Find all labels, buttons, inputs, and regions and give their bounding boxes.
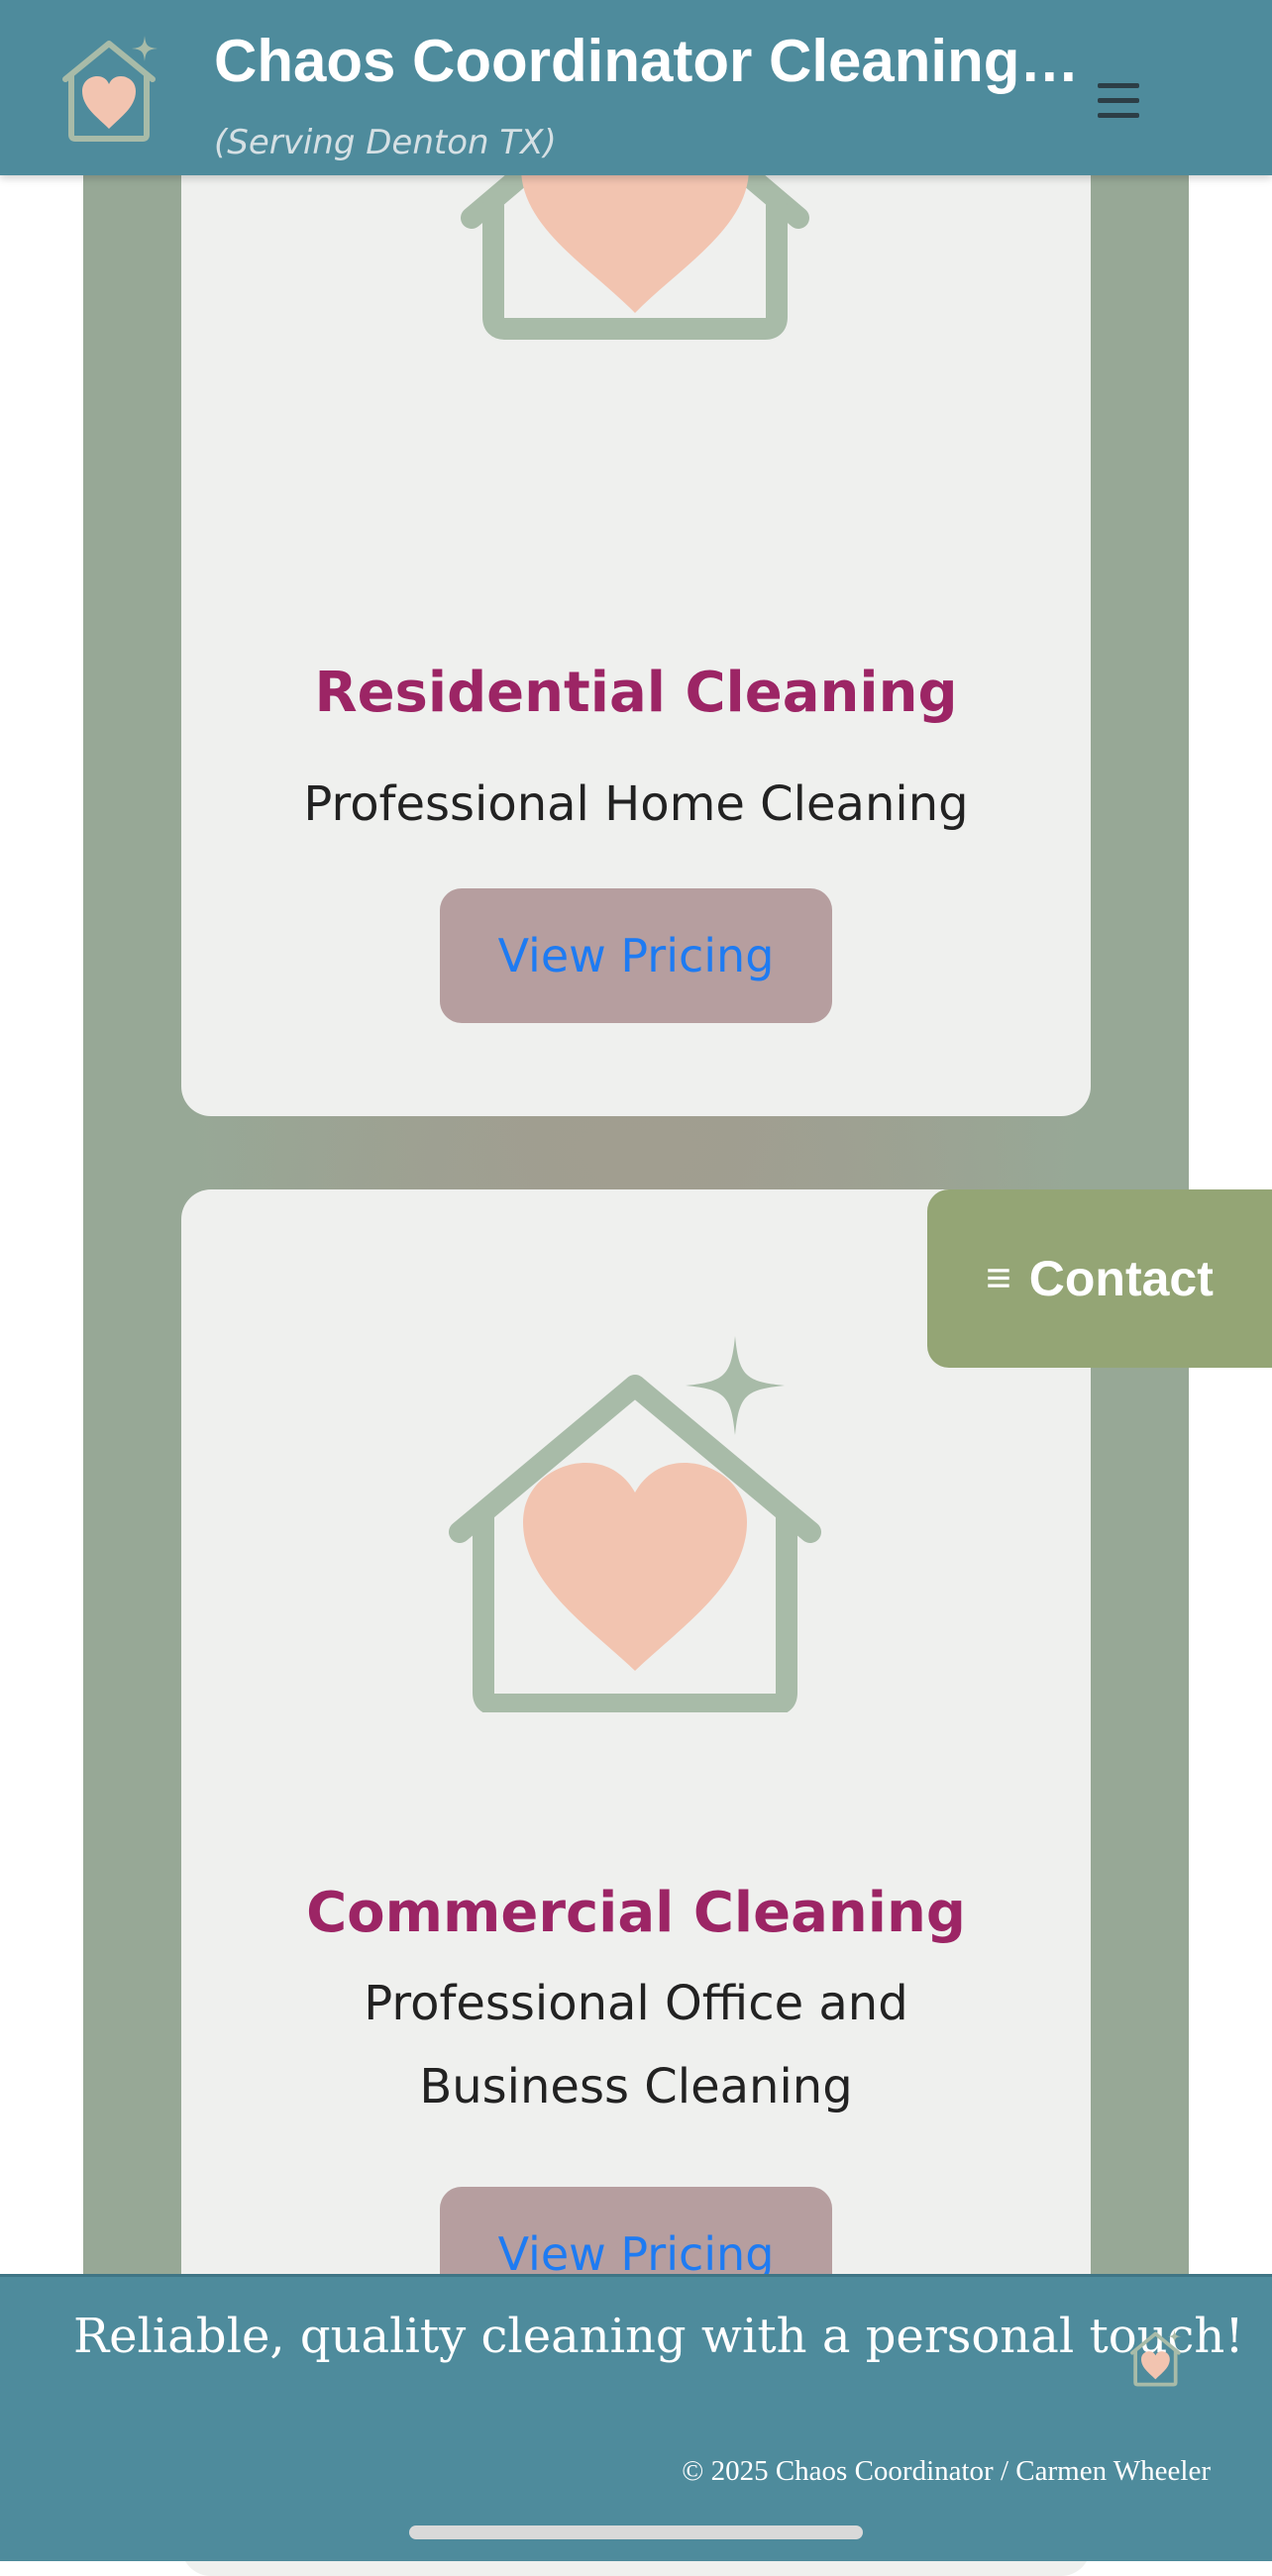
hamburger-menu-icon[interactable]: [1098, 83, 1139, 121]
service-area-subtitle: (Serving Denton TX): [214, 123, 557, 162]
house-heart-sparkle-icon[interactable]: [57, 30, 166, 149]
house-heart-sparkle-icon: [449, 1336, 821, 1712]
footer-tagline: Reliable, quality cleaning with a person…: [73, 2309, 1244, 2364]
service-title: Residential Cleaning: [314, 661, 958, 725]
page-margin-left: [0, 0, 83, 2558]
service-title: Commercial Cleaning: [306, 1881, 966, 1945]
contact-label: Contact: [1028, 1251, 1214, 1306]
menu-lines-icon: ≡: [986, 1254, 1011, 1302]
site-title[interactable]: Chaos Coordinator Cleaning …: [214, 26, 1096, 97]
service-description: Professional Office and Business Cleanin…: [261, 1962, 1011, 2128]
house-heart-sparkle-icon: [461, 119, 809, 340]
site-footer: Reliable, quality cleaning with a person…: [0, 2274, 1272, 2561]
home-indicator-bar: [409, 2525, 863, 2539]
copyright-text: © 2025 Chaos Coordinator / Carmen Wheele…: [682, 2455, 1211, 2487]
service-description-line: Business Cleaning: [419, 2059, 853, 2114]
site-header: Chaos Coordinator Cleaning … (Serving De…: [0, 0, 1272, 175]
house-heart-sparkle-icon: [1130, 2329, 1182, 2387]
service-description-line: Professional Office and: [364, 1976, 908, 2031]
service-description: Professional Home Cleaning: [303, 776, 969, 832]
view-pricing-button[interactable]: View Pricing: [440, 888, 832, 1023]
contact-tab-button[interactable]: ≡ Contact: [927, 1189, 1272, 1368]
service-card-residential: Residential Cleaning Professional Home C…: [181, 109, 1091, 1116]
